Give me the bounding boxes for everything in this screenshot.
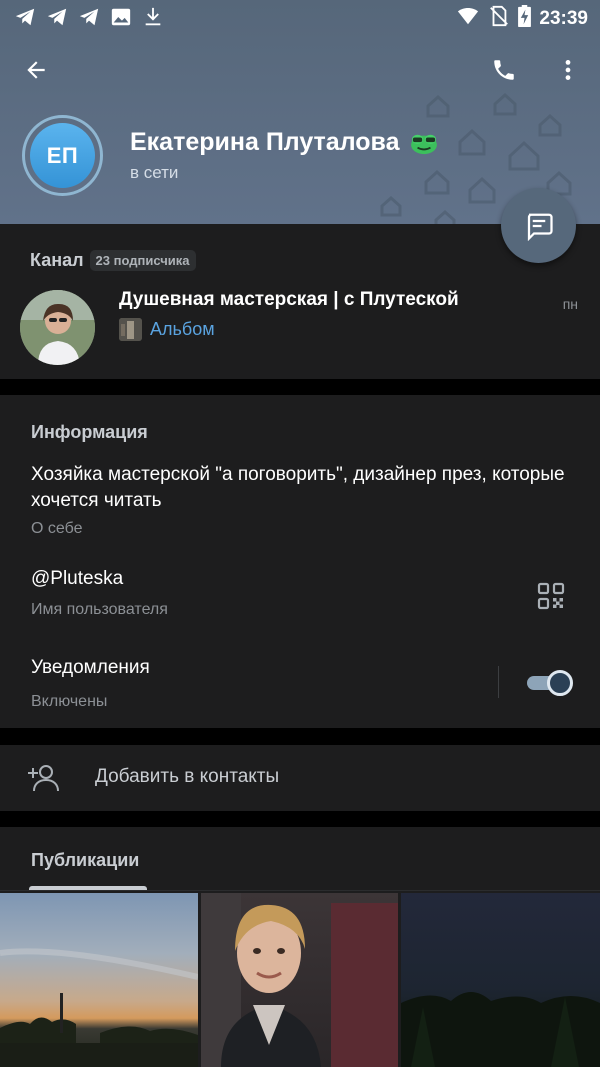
qr-code-button[interactable] bbox=[537, 582, 565, 610]
album-thumbnail bbox=[119, 318, 142, 341]
message-button[interactable] bbox=[501, 188, 576, 263]
subscribers-badge: 23 подписчика bbox=[89, 250, 196, 271]
media-thumbnail-selfie[interactable] bbox=[201, 893, 398, 1067]
telegram-icon bbox=[46, 6, 68, 28]
channel-title: Канал bbox=[30, 250, 84, 270]
bio-text[interactable]: Хозяйка мастерской "а поговорить", дизай… bbox=[31, 462, 571, 514]
channel-avatar[interactable] bbox=[20, 290, 95, 365]
profile-header: 23:39 ЕП Екатерина Плуталова в сети bbox=[0, 0, 600, 224]
more-vertical-icon bbox=[565, 60, 571, 80]
sunset-photo bbox=[0, 948, 198, 1067]
no-sim-icon bbox=[488, 5, 510, 32]
username-label: Имя пользователя bbox=[31, 601, 168, 618]
notifications-state: Включены bbox=[31, 693, 108, 710]
message-icon bbox=[527, 213, 553, 241]
arrow-left-icon bbox=[27, 61, 45, 79]
notifications-toggle[interactable] bbox=[527, 670, 573, 696]
qr-code-icon bbox=[537, 582, 565, 610]
add-contact-label: Добавить в контакты bbox=[95, 766, 280, 787]
night-photo bbox=[401, 992, 600, 1067]
add-user-icon bbox=[28, 765, 59, 792]
bio-label: О себе bbox=[31, 520, 83, 537]
profile-name: Екатерина Плуталова bbox=[130, 128, 439, 157]
media-thumbnail-sunset[interactable] bbox=[0, 893, 198, 1067]
channel-heading: Канал 23 подписчика bbox=[30, 250, 196, 271]
username-value[interactable]: @Pluteska bbox=[31, 568, 123, 590]
back-button[interactable] bbox=[16, 50, 56, 90]
last-message-text: Альбом bbox=[150, 319, 215, 339]
phone-icon bbox=[494, 60, 514, 80]
download-icon bbox=[142, 6, 164, 28]
divider bbox=[498, 666, 499, 698]
media-thumbnail-night[interactable] bbox=[401, 893, 600, 1067]
battery-charging-icon bbox=[518, 5, 532, 32]
image-icon bbox=[110, 6, 132, 28]
telegram-icon bbox=[14, 6, 36, 28]
channel-last-date: пн bbox=[562, 296, 578, 312]
online-status: в сети bbox=[130, 163, 179, 182]
publications-section: Публикации bbox=[0, 827, 600, 1067]
tab-publications[interactable]: Публикации bbox=[31, 850, 139, 871]
telegram-icon bbox=[78, 6, 100, 28]
avatar-initials: ЕП bbox=[30, 123, 95, 188]
channel-avatar-photo bbox=[20, 290, 95, 365]
wifi-icon bbox=[456, 5, 480, 32]
notifications-label[interactable]: Уведомления bbox=[31, 657, 150, 679]
frog-emoji-status-icon bbox=[411, 134, 438, 154]
add-contact-row[interactable]: Добавить в контакты bbox=[0, 745, 600, 811]
clock: 23:39 bbox=[539, 7, 588, 29]
channel-name[interactable]: Душевная мастерская | с Плутеской bbox=[119, 289, 459, 311]
status-bar: 23:39 bbox=[0, 0, 600, 34]
selfie-photo bbox=[201, 893, 398, 1067]
info-heading: Информация bbox=[31, 422, 148, 442]
call-button[interactable] bbox=[484, 50, 524, 90]
profile-name-text: Екатерина Плуталова bbox=[130, 128, 400, 156]
info-section: Информация Хозяйка мастерской "а поговор… bbox=[0, 395, 600, 728]
tabs-divider bbox=[0, 890, 600, 891]
toggle-knob bbox=[547, 670, 573, 696]
more-options-button[interactable] bbox=[548, 50, 588, 90]
channel-last-message[interactable]: Альбом bbox=[119, 318, 215, 341]
profile-avatar[interactable]: ЕП bbox=[22, 115, 103, 196]
